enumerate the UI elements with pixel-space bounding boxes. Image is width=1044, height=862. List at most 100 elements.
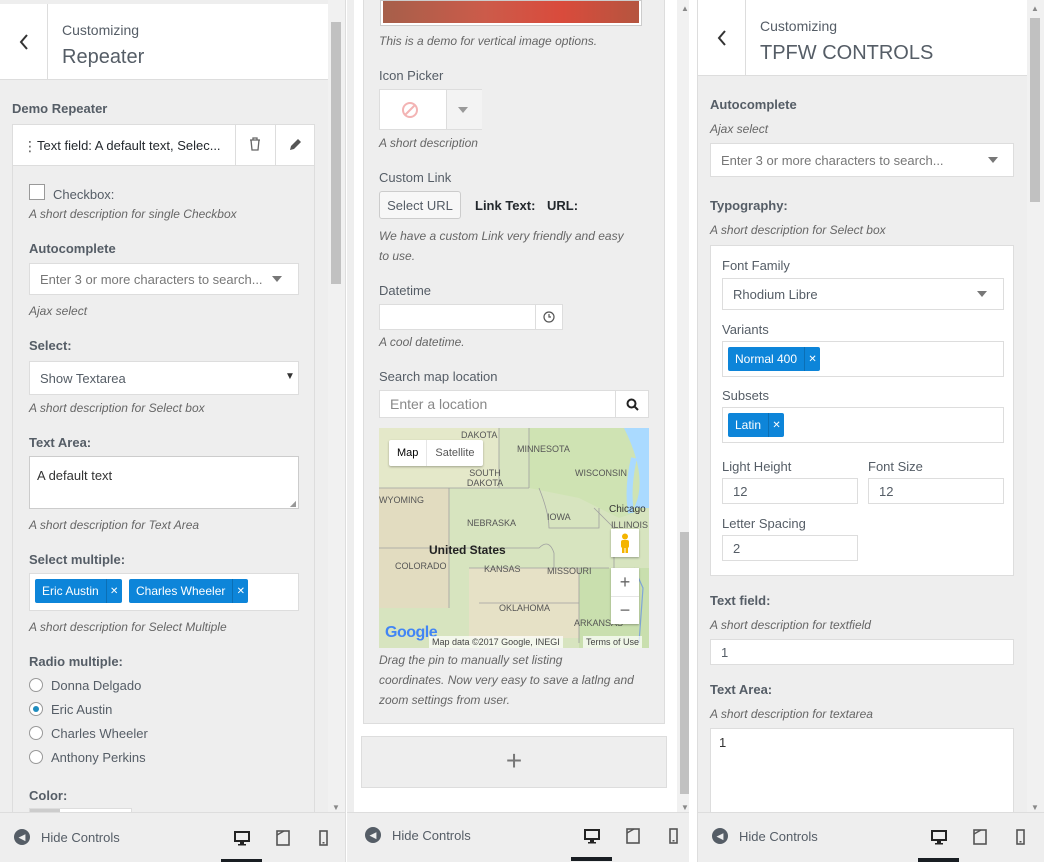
tag-charles-wheeler: Charles Wheeler ✕: [129, 579, 249, 603]
subsets-label: Subsets: [722, 388, 769, 403]
map-type-satellite-tab[interactable]: Satellite: [426, 440, 482, 466]
chevron-down-icon[interactable]: [988, 157, 998, 163]
remove-tag-icon[interactable]: ✕: [232, 579, 248, 603]
desktop-preview-button[interactable]: [571, 823, 612, 861]
datetime-label: Datetime: [379, 283, 432, 298]
search-icon: [626, 398, 639, 411]
tag-label: Normal 400: [735, 352, 798, 366]
select-arrow-icon: ▼: [285, 371, 295, 382]
scroll-down-icon[interactable]: ▼: [1031, 803, 1039, 812]
icon-picker-desc: A short description: [379, 136, 478, 150]
vertical-scrollbar[interactable]: ▲ ▼: [1027, 0, 1044, 812]
radio-eric-austin[interactable]: [29, 702, 43, 716]
radio-donna-delgado[interactable]: [29, 678, 43, 692]
map-place-label: IOWA: [547, 512, 571, 522]
textarea-value: A default text: [37, 468, 113, 483]
mobile-preview-button[interactable]: [653, 823, 689, 849]
desktop-icon: [583, 828, 600, 843]
desktop-preview-button[interactable]: [918, 824, 959, 862]
collapse-arrow-icon: ◀: [365, 827, 381, 843]
map-type-map-tab[interactable]: Map: [389, 440, 426, 466]
row-title: Text field: A default text, Selec...: [37, 138, 221, 153]
tablet-preview-button[interactable]: [959, 824, 1000, 850]
line-height-input[interactable]: 12: [722, 478, 858, 504]
map-place-label: MISSOURI: [547, 566, 592, 576]
image-preview[interactable]: [380, 0, 642, 26]
chevron-down-icon[interactable]: [977, 291, 987, 297]
map-search-button[interactable]: [615, 390, 649, 418]
zoom-in-button[interactable]: +: [611, 568, 639, 596]
text-area-value: 1: [719, 735, 727, 750]
back-button[interactable]: [698, 0, 746, 75]
google-map[interactable]: Map Satellite DAKOTA MINNESOTA WISCONSIN…: [379, 428, 649, 648]
customizer-panel-middle: This is a demo for vertical image option…: [347, 0, 689, 862]
mobile-preview-button[interactable]: [303, 825, 344, 851]
trash-icon[interactable]: [249, 137, 261, 154]
tablet-preview-button[interactable]: [262, 825, 303, 851]
map-terms-link[interactable]: Terms of Use: [583, 636, 643, 648]
custom-link-desc: to use.: [379, 249, 416, 263]
zoom-out-button[interactable]: −: [611, 596, 639, 624]
scroll-up-icon[interactable]: ▲: [681, 4, 689, 13]
font-size-label: Font Size: [868, 459, 923, 474]
tablet-icon: [275, 830, 290, 846]
repeater-row-header[interactable]: ⋮ Text field: A default text, Selec...: [12, 124, 315, 166]
chevron-down-icon[interactable]: [272, 276, 282, 282]
radio-anthony-perkins[interactable]: [29, 750, 43, 764]
location-placeholder: Enter a location: [390, 396, 488, 412]
select-multiple-desc: A short description for Select Multiple: [29, 620, 227, 634]
datetime-picker-button[interactable]: [535, 304, 563, 330]
scroll-down-icon[interactable]: ▼: [332, 803, 340, 812]
mobile-preview-button[interactable]: [1000, 824, 1041, 850]
font-size-input[interactable]: 12: [868, 478, 1004, 504]
hide-controls-button[interactable]: ◀ Hide Controls: [365, 827, 471, 843]
tablet-icon: [972, 829, 987, 845]
font-family-select[interactable]: Rhodium Libre: [722, 278, 1004, 310]
scroll-up-icon[interactable]: ▲: [1031, 4, 1039, 13]
autocomplete-input[interactable]: Enter 3 or more characters to search...: [29, 263, 299, 295]
street-view-pegman[interactable]: [611, 529, 639, 557]
select-url-button[interactable]: Select URL: [379, 191, 461, 219]
location-search-input[interactable]: Enter a location: [379, 390, 617, 418]
vertical-scrollbar[interactable]: ▼: [328, 0, 345, 812]
hide-controls-button[interactable]: ◀ Hide Controls: [14, 829, 120, 845]
scroll-down-icon[interactable]: ▼: [681, 803, 689, 812]
autocomplete-input[interactable]: Enter 3 or more characters to search...: [710, 143, 1014, 177]
icon-picker-field[interactable]: [379, 89, 482, 130]
image-desc: This is a demo for vertical image option…: [379, 34, 598, 48]
text-area-desc: A short description for textarea: [710, 707, 873, 721]
chevron-down-icon: [458, 107, 468, 113]
remove-tag-icon[interactable]: ✕: [768, 413, 784, 437]
text-area-field[interactable]: 1: [710, 728, 1014, 818]
single-checkbox[interactable]: [29, 184, 45, 200]
tablet-preview-button[interactable]: [612, 823, 653, 849]
drag-handle-icon[interactable]: ⋮: [23, 138, 37, 155]
font-size-value: 12: [879, 483, 894, 499]
remove-tag-icon[interactable]: ✕: [105, 579, 122, 603]
resize-handle-icon[interactable]: ◢: [290, 499, 296, 508]
select-multiple-label: Select multiple:: [29, 552, 126, 567]
chevron-left-icon: [717, 29, 726, 46]
remove-tag-icon[interactable]: ✕: [804, 347, 820, 371]
textarea-field[interactable]: A default text ◢: [29, 456, 299, 509]
desktop-preview-button[interactable]: [221, 825, 262, 862]
clock-icon: [543, 311, 555, 323]
radio-charles-wheeler[interactable]: [29, 726, 43, 740]
tablet-icon: [625, 828, 640, 844]
typography-group: Font Family Rhodium Libre Variants Norma…: [710, 245, 1014, 576]
add-row-button[interactable]: +: [361, 736, 667, 788]
letter-spacing-input[interactable]: 2: [722, 535, 858, 561]
link-text-label: Link Text:: [475, 198, 536, 213]
tag-label: Latin: [735, 418, 762, 432]
checkbox-label: Checkbox:: [53, 187, 115, 202]
datetime-input[interactable]: [379, 304, 537, 330]
hide-controls-button[interactable]: ◀ Hide Controls: [712, 828, 818, 844]
edit-pencil-icon[interactable]: [289, 138, 302, 154]
icon-picker-label: Icon Picker: [379, 68, 444, 83]
line-height-label: Light Height: [722, 459, 792, 474]
back-button[interactable]: [0, 4, 48, 79]
vertical-scrollbar[interactable]: ▲ ▼: [677, 0, 689, 812]
map-place-label: NEBRASKA: [467, 518, 517, 528]
text-field-input[interactable]: 1: [710, 639, 1014, 665]
select-dropdown[interactable]: Show Textarea: [29, 361, 299, 395]
